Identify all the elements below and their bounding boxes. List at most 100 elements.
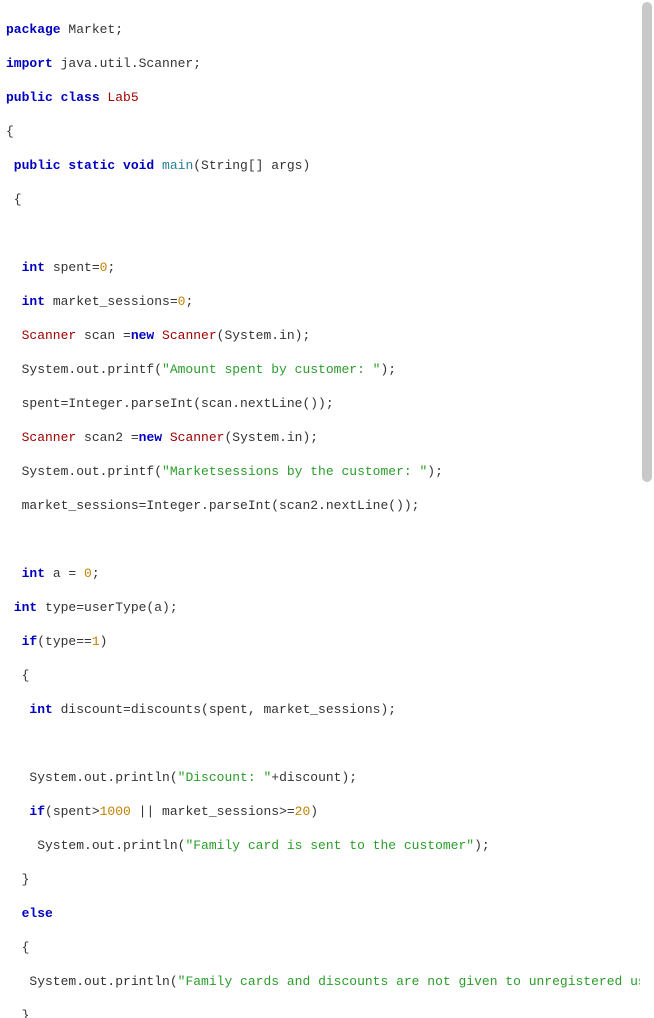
classname: Scanner xyxy=(6,430,76,445)
string: "Family card is sent to the customer" xyxy=(185,838,474,853)
code-line: int spent=0; xyxy=(6,259,640,276)
code-line: { xyxy=(6,191,640,208)
brace: } xyxy=(6,1008,29,1018)
text: scan = xyxy=(76,328,131,343)
code-line: System.out.printf("Marketsessions by the… xyxy=(6,463,640,480)
text: ; xyxy=(185,294,193,309)
text: System.out.printf( xyxy=(6,464,162,479)
code-line: } xyxy=(6,1007,640,1018)
brace: { xyxy=(6,124,14,139)
code-line: public static void main(String[] args) xyxy=(6,157,640,174)
text: (spent> xyxy=(45,804,100,819)
string: "Discount: " xyxy=(178,770,272,785)
string: "Marketsessions by the customer: " xyxy=(162,464,427,479)
keyword: int xyxy=(6,566,45,581)
text: System.out.println( xyxy=(6,838,185,853)
code-line xyxy=(6,735,640,752)
keyword: else xyxy=(6,906,53,921)
text: (System.in); xyxy=(224,430,318,445)
code-line: { xyxy=(6,939,640,956)
keyword: int xyxy=(6,600,37,615)
classname: Scanner xyxy=(162,430,224,445)
text: || market_sessions>= xyxy=(131,804,295,819)
string: "Family cards and discounts are not give… xyxy=(178,974,640,989)
text: (System.in); xyxy=(217,328,311,343)
code-line: if(type==1) xyxy=(6,633,640,650)
text: (type== xyxy=(37,634,92,649)
classname: Scanner xyxy=(6,328,76,343)
text: Market; xyxy=(61,22,123,37)
keyword: public xyxy=(6,90,53,105)
text: +discount); xyxy=(271,770,357,785)
code-line: { xyxy=(6,123,640,140)
keyword: void xyxy=(115,158,154,173)
keyword: if xyxy=(6,634,37,649)
number: 0 xyxy=(84,566,92,581)
code-line: spent=Integer.parseInt(scan.nextLine()); xyxy=(6,395,640,412)
code-line: else xyxy=(6,905,640,922)
keyword: if xyxy=(6,804,45,819)
number: 1 xyxy=(92,634,100,649)
text: type=userType(a); xyxy=(37,600,177,615)
keyword: static xyxy=(61,158,116,173)
code-line: import java.util.Scanner; xyxy=(6,55,640,72)
code-line: market_sessions=Integer.parseInt(scan2.n… xyxy=(6,497,640,514)
code-line: public class Lab5 xyxy=(6,89,640,106)
brace: } xyxy=(6,872,29,887)
code-line: System.out.printf("Amount spent by custo… xyxy=(6,361,640,378)
text: ); xyxy=(427,464,443,479)
keyword: class xyxy=(53,90,100,105)
code-line: System.out.println("Discount: "+discount… xyxy=(6,769,640,786)
text: spent=Integer.parseInt(scan.nextLine()); xyxy=(6,396,334,411)
text: ) xyxy=(310,804,318,819)
code-line: if(spent>1000 || market_sessions>=20) xyxy=(6,803,640,820)
keyword: package xyxy=(6,22,61,37)
code-line: } xyxy=(6,871,640,888)
code-line: System.out.println("Family card is sent … xyxy=(6,837,640,854)
code-line xyxy=(6,225,640,242)
keyword: int xyxy=(6,260,45,275)
brace: { xyxy=(6,940,29,955)
keyword: new xyxy=(131,328,154,343)
text: market_sessions= xyxy=(45,294,178,309)
code-line: Scanner scan =new Scanner(System.in); xyxy=(6,327,640,344)
code-line: { xyxy=(6,667,640,684)
text: a = xyxy=(45,566,84,581)
text: java.util.Scanner; xyxy=(53,56,201,71)
method-name: main xyxy=(154,158,193,173)
code-line: int discount=discounts(spent, market_ses… xyxy=(6,701,640,718)
text: ) xyxy=(100,634,108,649)
string: "Amount spent by customer: " xyxy=(162,362,380,377)
brace: { xyxy=(6,668,29,683)
text: ; xyxy=(92,566,100,581)
code-editor: package Market; import java.util.Scanner… xyxy=(0,0,640,1018)
code-line: Scanner scan2 =new Scanner(System.in); xyxy=(6,429,640,446)
text: System.out.println( xyxy=(6,974,178,989)
keyword: public xyxy=(6,158,61,173)
code-line: package Market; xyxy=(6,21,640,38)
text: ); xyxy=(380,362,396,377)
code-line: int market_sessions=0; xyxy=(6,293,640,310)
keyword: import xyxy=(6,56,53,71)
keyword: int xyxy=(6,702,53,717)
classname: Scanner xyxy=(154,328,216,343)
text: scan2 = xyxy=(76,430,138,445)
code-line xyxy=(6,531,640,548)
vertical-scrollbar[interactable] xyxy=(642,2,652,482)
classname: Lab5 xyxy=(100,90,139,105)
code-line: int a = 0; xyxy=(6,565,640,582)
text: ); xyxy=(474,838,490,853)
text: System.out.printf( xyxy=(6,362,162,377)
number: 1000 xyxy=(100,804,131,819)
text: spent= xyxy=(45,260,100,275)
text: ; xyxy=(107,260,115,275)
code-line: int type=userType(a); xyxy=(6,599,640,616)
text: System.out.println( xyxy=(6,770,178,785)
code-line: System.out.println("Family cards and dis… xyxy=(6,973,640,990)
keyword: new xyxy=(139,430,162,445)
text: (String[] args) xyxy=(193,158,310,173)
text: discount=discounts(spent, market_session… xyxy=(53,702,396,717)
brace: { xyxy=(6,192,22,207)
text: market_sessions=Integer.parseInt(scan2.n… xyxy=(6,498,419,513)
number: 20 xyxy=(295,804,311,819)
